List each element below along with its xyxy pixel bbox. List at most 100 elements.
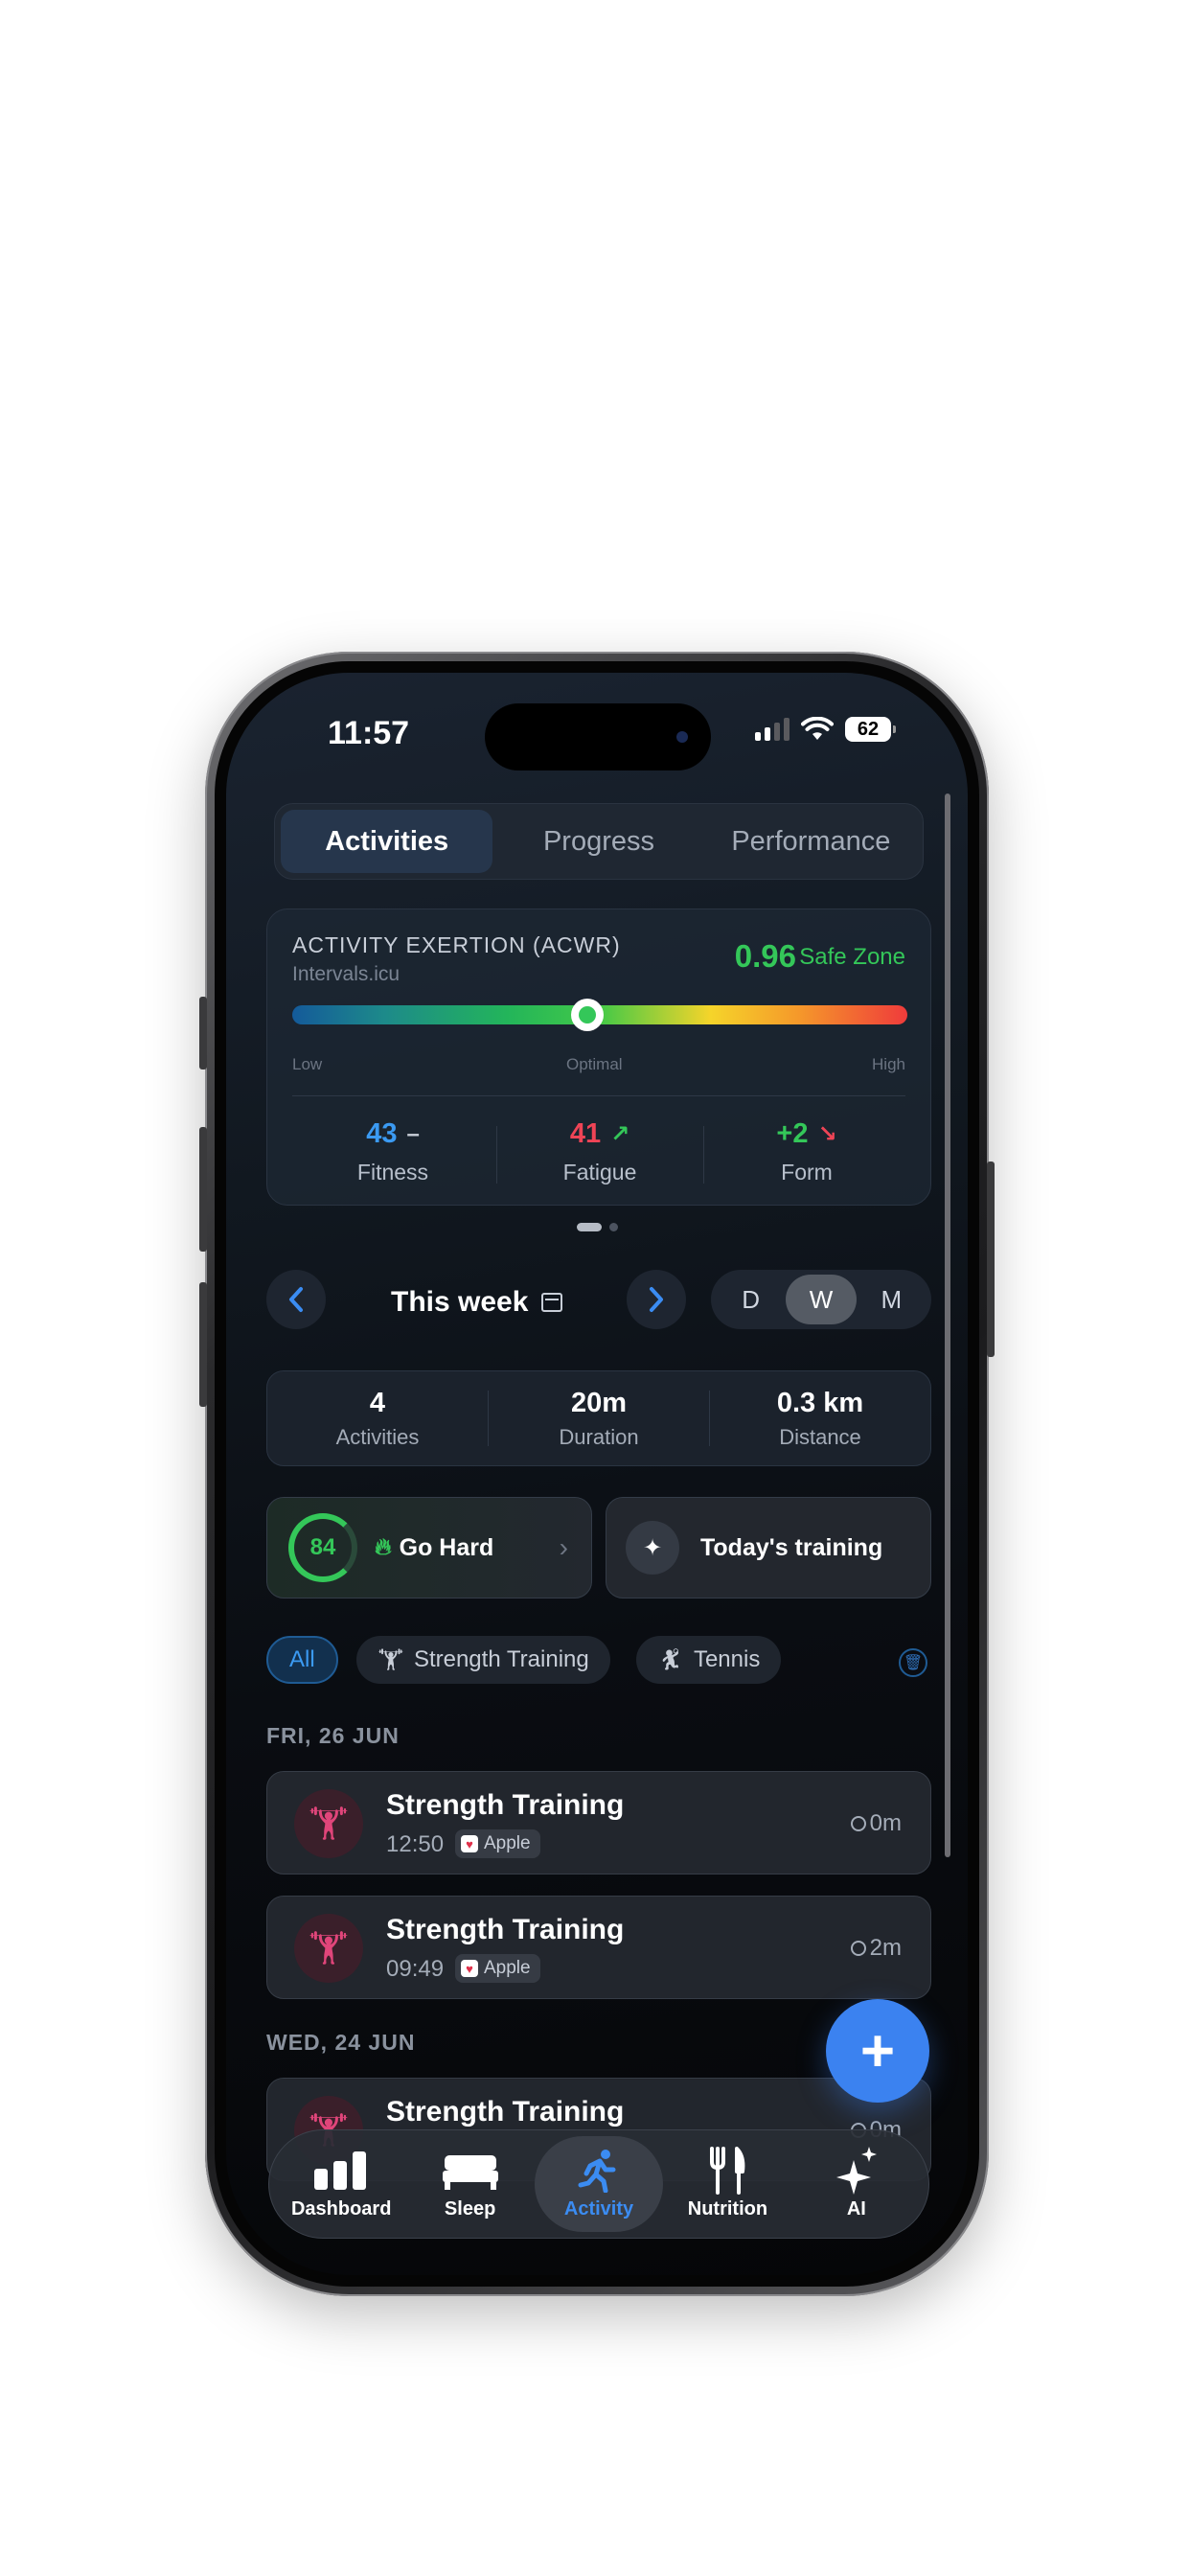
activity-duration: 2m — [850, 1935, 902, 1962]
fitness-trend-icon: – — [406, 1120, 420, 1147]
filter-chip-strength-training[interactable]: 🏋︎ Strength Training — [356, 1636, 610, 1684]
activity-time: 09:49 — [386, 1956, 445, 1982]
stat-label: Activities — [335, 1424, 420, 1449]
form-trend-icon: ↘ — [817, 1121, 837, 1147]
activity-row[interactable]: 🏋︎ Strength Training 09:49 ♥ Apple 2m — [266, 1896, 931, 1999]
filter-label: All — [289, 1646, 315, 1672]
fitness-value: 43 — [366, 1118, 398, 1149]
scale-optimal-label: Optimal — [566, 1055, 623, 1073]
next-period-button[interactable] — [627, 1270, 686, 1329]
duration-value: 2m — [869, 1935, 902, 1961]
camera-dot — [676, 731, 688, 743]
stat-duration: 20m Duration — [489, 1388, 709, 1450]
readiness-card[interactable]: 84 🔥︎ Go Hard › — [266, 1497, 592, 1598]
scroll-indicator[interactable] — [945, 794, 950, 1857]
stat-value: 4 — [369, 1387, 386, 1418]
acwr-zone: Safe Zone — [799, 944, 905, 970]
date-header: FRI, 26 JUN — [266, 1723, 400, 1748]
trash-icon[interactable]: 🗑︎ — [899, 1648, 927, 1677]
tab-dashboard[interactable]: Dashboard — [277, 2136, 405, 2232]
battery-icon: 62 — [845, 717, 896, 742]
tab-label: Nutrition — [687, 2197, 768, 2220]
readiness-score-ring: 84 — [288, 1513, 357, 1582]
add-activity-button[interactable]: + — [826, 1999, 929, 2103]
sparkles-icon: ✦ — [626, 1521, 679, 1575]
bar-chart-icon — [314, 2149, 368, 2193]
fork-knife-icon — [708, 2146, 746, 2195]
tab-label: Sleep — [444, 2197, 496, 2220]
fatigue-label: Fatigue — [562, 1160, 637, 1184]
filter-chip-all[interactable]: All — [266, 1636, 338, 1684]
acwr-card[interactable]: ACTIVITY EXERTION (ACWR) Intervals.icu 0… — [266, 908, 931, 1206]
tab-label: Dashboard — [290, 2197, 392, 2220]
chevron-left-icon — [289, 1287, 303, 1312]
calendar-icon — [541, 1293, 563, 1312]
stat-distance: 0.3 km Distance — [710, 1388, 930, 1450]
source-badge: ♥ Apple — [455, 1829, 540, 1858]
chevron-right-icon: › — [559, 1532, 568, 1562]
tab-activities[interactable]: Activities — [281, 810, 493, 873]
period-option-month[interactable]: M — [857, 1275, 927, 1324]
fitness-label: Fitness — [356, 1160, 429, 1184]
stat-label: Distance — [779, 1424, 861, 1449]
weightlifter-icon: 🏋︎ — [294, 1789, 363, 1858]
metric-fatigue: 41 ↗ Fatigue — [496, 1118, 703, 1185]
period-option-day[interactable]: D — [716, 1275, 786, 1324]
filter-chip-tennis[interactable]: 🤾︎ Tennis — [636, 1636, 782, 1684]
activity-title: Strength Training — [386, 2096, 625, 2128]
tab-label: AI — [846, 2197, 866, 2220]
view-segmented-control: Activities Progress Performance — [274, 803, 924, 880]
date-header: WED, 24 JUN — [266, 2030, 416, 2055]
status-time: 11:57 — [328, 715, 410, 751]
divider — [292, 1095, 905, 1096]
stat-label: Duration — [559, 1424, 639, 1449]
readiness-label: Go Hard — [399, 1533, 494, 1561]
filter-label: Strength Training — [413, 1646, 589, 1672]
stat-activities: 4 Activities — [267, 1388, 488, 1450]
activity-row[interactable]: 🏋︎ Strength Training 12:50 ♥ Apple 0m — [266, 1771, 931, 1874]
cellular-signal-icon — [755, 718, 790, 741]
filter-label: Tennis — [693, 1646, 761, 1672]
tab-sleep[interactable]: Sleep — [405, 2136, 534, 2232]
flame-icon: 🔥︎ — [375, 1534, 392, 1560]
previous-period-button[interactable] — [266, 1270, 326, 1329]
action-button — [199, 997, 207, 1070]
running-icon — [577, 2149, 621, 2193]
tennis-player-icon: 🤾︎ — [657, 1647, 684, 1671]
chevron-right-icon — [650, 1287, 663, 1312]
form-label: Form — [781, 1160, 833, 1184]
activity-title: Strength Training — [386, 1914, 625, 1945]
tab-nutrition[interactable]: Nutrition — [663, 2136, 791, 2232]
form-value: +2 — [776, 1118, 809, 1149]
power-button — [987, 1162, 995, 1357]
source-label: Apple — [484, 1833, 531, 1853]
weightlifter-icon: 🏋︎ — [294, 1914, 363, 1983]
activity-time: 12:50 — [386, 1831, 445, 1857]
dynamic-island — [485, 703, 711, 770]
period-selector[interactable]: This week — [391, 1286, 563, 1319]
activity-duration: 0m — [850, 1810, 902, 1837]
tab-progress[interactable]: Progress — [492, 810, 704, 873]
scale-high-label: High — [872, 1055, 905, 1073]
page-indicator[interactable] — [226, 1223, 968, 1231]
apple-health-icon: ♥ — [461, 1835, 478, 1852]
weightlifter-icon: 🏋︎ — [378, 1647, 404, 1671]
source-label: Apple — [484, 1958, 531, 1978]
stat-value: 20m — [570, 1387, 628, 1418]
app-screen: 11:57 62 Activities Progress Performance… — [226, 673, 968, 2275]
metric-fitness: 43– Fitness — [289, 1118, 496, 1185]
apple-health-icon: ♥ — [461, 1960, 478, 1977]
clock-icon — [850, 1816, 866, 1831]
acwr-source: Intervals.icu — [292, 963, 400, 985]
fatigue-trend-icon: ↗ — [610, 1121, 630, 1147]
acwr-value: 0.96 — [734, 938, 796, 974]
tab-ai[interactable]: AI — [792, 2136, 921, 2232]
todays-training-card[interactable]: ✦ Today's training — [606, 1497, 931, 1598]
tab-activity[interactable]: Activity — [534, 2136, 664, 2232]
plus-icon: + — [859, 2017, 896, 2084]
clock-icon — [850, 1941, 866, 1956]
acwr-gradient-bar — [292, 999, 907, 1031]
activity-title: Strength Training — [386, 1789, 625, 1821]
period-option-week[interactable]: W — [786, 1275, 857, 1324]
tab-performance[interactable]: Performance — [705, 810, 917, 873]
